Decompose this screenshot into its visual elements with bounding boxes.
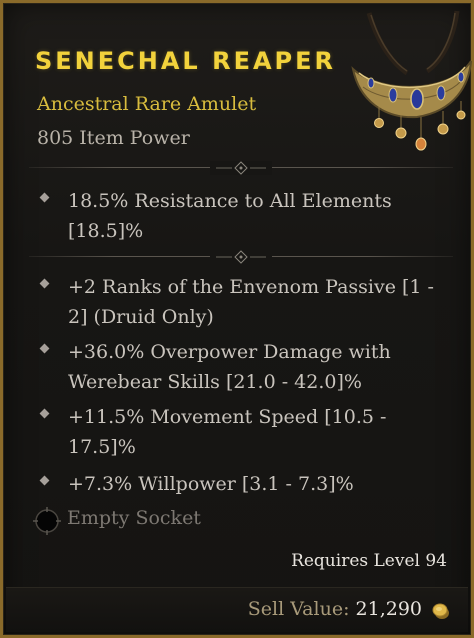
item-tooltip: SENECHAL REAPER Ancestral Rare Amulet 80… xyxy=(0,0,474,638)
diamond-bullet-icon xyxy=(39,475,50,486)
diamond-bullet-icon xyxy=(39,192,50,203)
socket-label: Empty Socket xyxy=(67,507,201,529)
item-name: SENECHAL REAPER xyxy=(35,47,336,75)
affix-willpower: +7.3% Willpower [3.1 - 7.3]% xyxy=(39,469,441,499)
divider-header xyxy=(29,161,453,175)
affix-text: +7.3% Willpower [3.1 - 7.3]% xyxy=(68,473,354,495)
diamond-bullet-icon xyxy=(39,343,50,354)
item-type: Ancestral Rare Amulet xyxy=(37,93,257,115)
divider-ornament-icon xyxy=(210,161,272,175)
diamond-bullet-icon xyxy=(39,408,50,419)
gold-coin-icon xyxy=(432,603,449,619)
socket-icon xyxy=(33,507,61,535)
affix-movement-speed: +11.5% Movement Speed [10.5 - 17.5]% xyxy=(39,402,441,462)
affix-envenom-ranks: +2 Ranks of the Envenom Passive [1 - 2] … xyxy=(39,272,441,332)
item-power: 805 Item Power xyxy=(37,127,190,149)
affix-text: +11.5% Movement Speed [10.5 - 17.5]% xyxy=(68,406,387,458)
divider-affixes xyxy=(29,250,453,264)
affix-text: +2 Ranks of the Envenom Passive [1 - 2] … xyxy=(68,276,434,328)
diamond-bullet-icon xyxy=(39,278,50,289)
sell-value: Sell Value: 21,290 xyxy=(248,598,422,620)
implicit-affix: 18.5% Resistance to All Elements [18.5]% xyxy=(39,186,441,246)
divider-ornament-icon xyxy=(210,250,272,264)
sell-amount: 21,290 xyxy=(355,598,422,620)
level-requirement: Requires Level 94 xyxy=(291,551,447,571)
affix-text: +36.0% Overpower Damage with Werebear Sk… xyxy=(68,341,391,393)
sell-label: Sell Value: xyxy=(247,598,350,620)
affix-text: 18.5% Resistance to All Elements [18.5]% xyxy=(68,190,392,242)
sell-value-bar: Sell Value: 21,290 xyxy=(6,587,468,632)
affix-overpower-damage: +36.0% Overpower Damage with Werebear Sk… xyxy=(39,337,441,397)
amulet-icon xyxy=(351,10,472,151)
